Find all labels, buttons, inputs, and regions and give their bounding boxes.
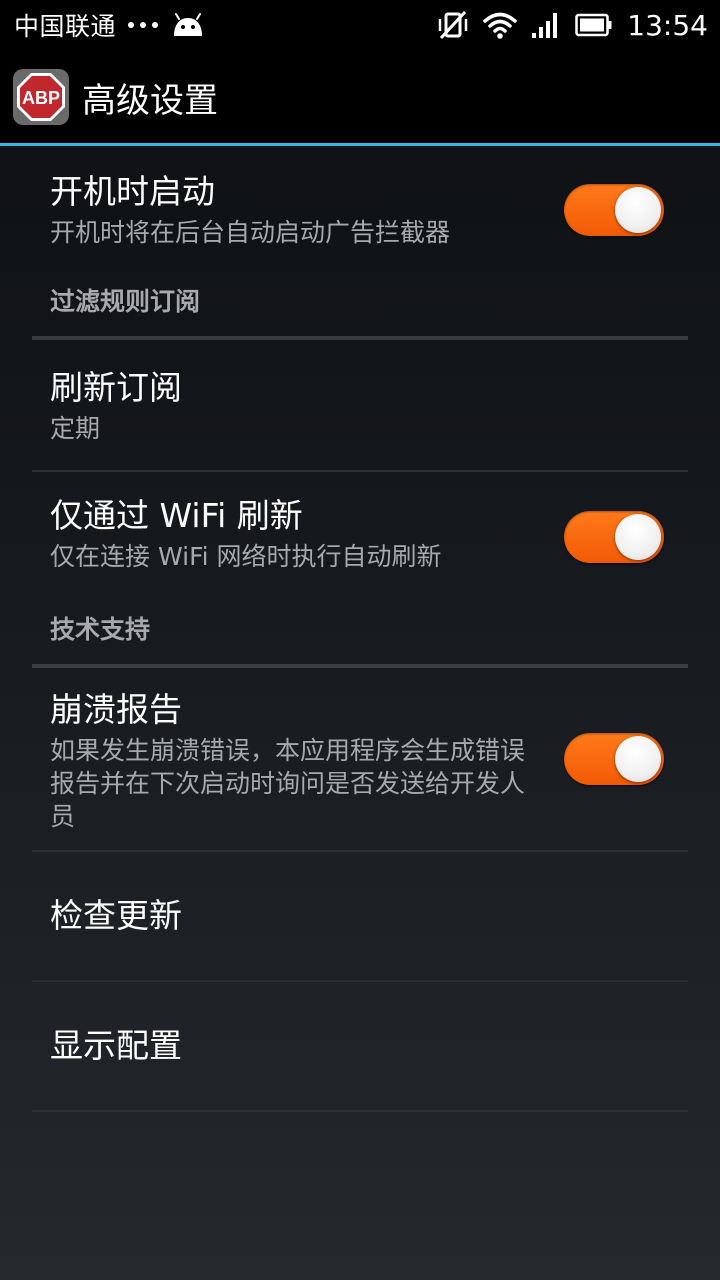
pref-crash-summary: 如果发生崩溃错误，本应用程序会生成错误报告并在下次启动时询问是否发送给开发人员 (50, 735, 526, 832)
notification-dots-icon (128, 22, 159, 28)
vibrate-off-icon (439, 10, 468, 40)
dot (128, 22, 135, 28)
pref-refresh-summary: 定期 (50, 413, 101, 443)
android-icon (174, 13, 203, 36)
pref-autostart-title: 开机时启动 (50, 172, 215, 211)
status-bar: 中国联通 13:54 (0, 0, 720, 50)
abp-logo-text: ABP (22, 88, 60, 108)
pref-wifi-summary: 仅在连接 WiFi 网络时执行自动刷新 (50, 541, 442, 571)
toggle-knob (615, 514, 661, 560)
wifi-icon (483, 12, 518, 39)
pref-crash-title: 崩溃报告 (50, 690, 182, 729)
signal-icon (532, 13, 558, 38)
abp-logo-icon[interactable]: ABP (12, 68, 70, 126)
pref-show-config-title: 显示配置 (50, 1026, 182, 1065)
pref-check-update-title: 检查更新 (50, 896, 182, 935)
battery-icon (575, 13, 612, 37)
screen: 中国联通 13:54 ABP 高级设置 开机时启动 开机时将在后台自动启动广告拦… (0, 0, 720, 1280)
pref-wifi-title: 仅通过 WiFi 刷新 (50, 496, 303, 535)
status-left: 中国联通 (14, 7, 206, 43)
category-filter-subscriptions: 过滤规则订阅 (32, 268, 688, 340)
status-right: 13:54 (437, 9, 708, 42)
crash-report-toggle[interactable] (564, 733, 664, 785)
page-title: 高级设置 (82, 80, 218, 121)
category-support: 技术支持 (32, 594, 688, 668)
pref-show-config[interactable]: 显示配置 (32, 982, 688, 1112)
toggle-knob (615, 736, 661, 782)
pref-autostart[interactable]: 开机时启动 开机时将在后台自动启动广告拦截器 (32, 146, 688, 268)
toggle-knob (615, 187, 661, 233)
pref-wifi-only[interactable]: 仅通过 WiFi 刷新 仅在连接 WiFi 网络时执行自动刷新 (32, 472, 688, 594)
pref-autostart-summary: 开机时将在后台自动启动广告拦截器 (50, 217, 451, 247)
carrier-label: 中国联通 (14, 12, 117, 41)
pref-refresh-title: 刷新订阅 (50, 368, 182, 407)
action-bar: ABP 高级设置 (0, 50, 720, 144)
pref-crash-report[interactable]: 崩溃报告 如果发生崩溃错误，本应用程序会生成错误报告并在下次启动时询问是否发送给… (32, 668, 688, 852)
wifi-only-toggle[interactable] (564, 511, 664, 563)
dot (152, 22, 159, 28)
pref-check-update[interactable]: 检查更新 (32, 852, 688, 982)
dot (140, 22, 147, 28)
pref-refresh-subscriptions[interactable]: 刷新订阅 定期 (32, 340, 688, 472)
clock: 13:54 (627, 8, 708, 42)
preferences-list: 开机时启动 开机时将在后台自动启动广告拦截器 过滤规则订阅 刷新订阅 定期 仅通… (0, 146, 720, 1112)
autostart-toggle[interactable] (564, 184, 664, 236)
